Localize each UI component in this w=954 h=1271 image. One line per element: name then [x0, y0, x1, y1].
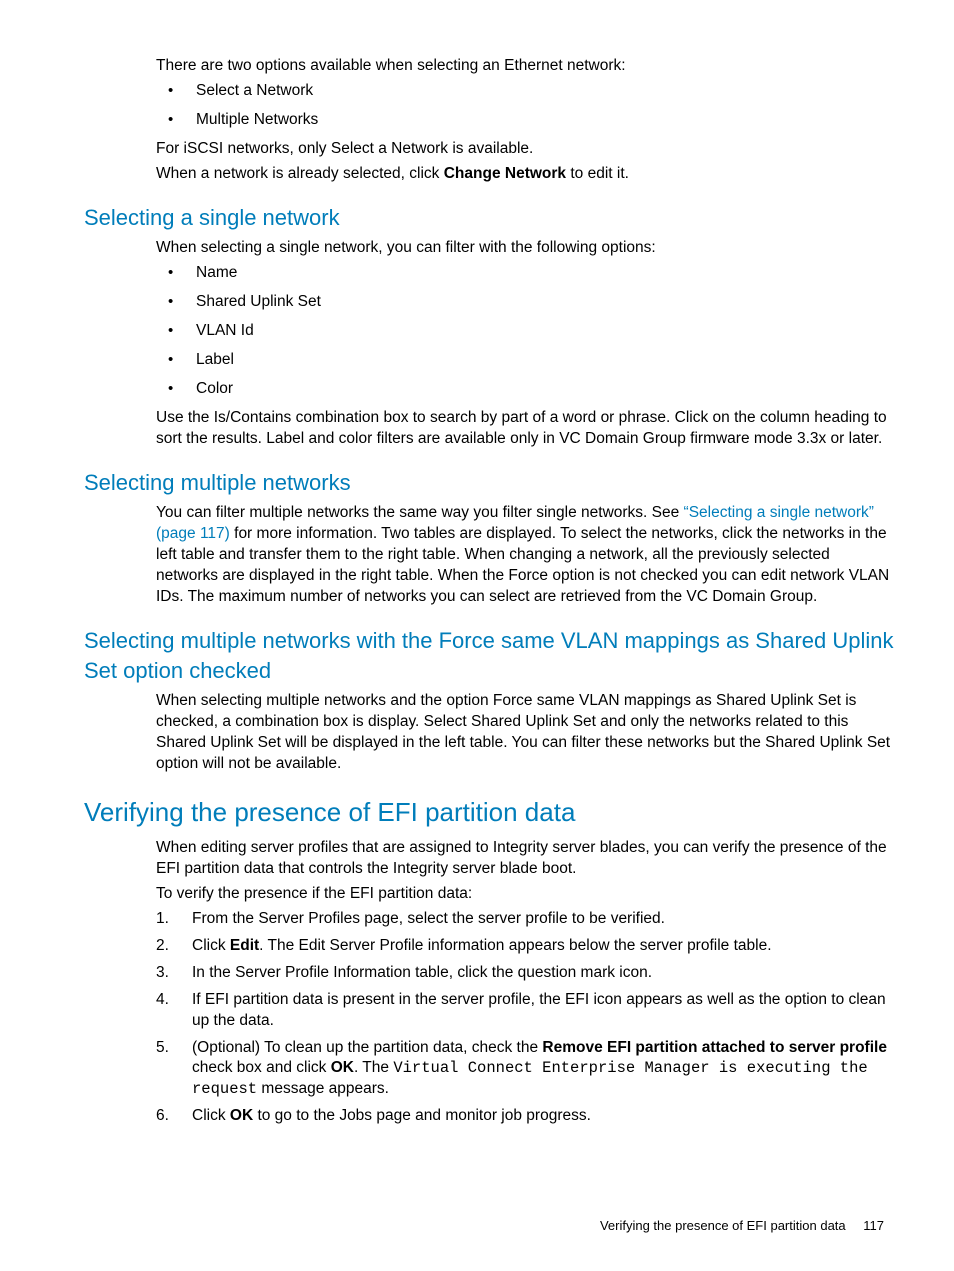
- list-item: VLAN Id: [156, 321, 896, 342]
- single-lead: When selecting a single network, you can…: [156, 238, 896, 259]
- text: check box and click: [192, 1059, 331, 1076]
- list-item: Label: [156, 350, 896, 371]
- list-item: If EFI partition data is present in the …: [156, 990, 896, 1032]
- edit-label: Edit: [230, 937, 259, 954]
- list-item: Name: [156, 263, 896, 284]
- list-item: Select a Network: [156, 81, 896, 102]
- intro-change: When a network is already selected, clic…: [156, 164, 896, 185]
- list-item: (Optional) To clean up the partition dat…: [156, 1038, 896, 1101]
- single-filters-list: Name Shared Uplink Set VLAN Id Label Col…: [156, 263, 896, 400]
- text: Click: [192, 937, 230, 954]
- text: to edit it.: [566, 165, 629, 182]
- text: You can filter multiple networks the sam…: [156, 504, 684, 521]
- footer-title: Verifying the presence of EFI partition …: [600, 1218, 846, 1233]
- list-item: Color: [156, 379, 896, 400]
- text: to go to the Jobs page and monitor job p…: [253, 1107, 591, 1124]
- remove-efi-label: Remove EFI partition attached to server …: [542, 1039, 887, 1056]
- intro-options-list: Select a Network Multiple Networks: [156, 81, 896, 131]
- ok-label: OK: [331, 1059, 354, 1076]
- heading-force-vlan: Selecting multiple networks with the For…: [84, 626, 914, 685]
- intro-lead: There are two options available when sel…: [156, 56, 896, 77]
- text: message appears.: [257, 1080, 389, 1097]
- page-footer: Verifying the presence of EFI partition …: [84, 1217, 914, 1235]
- efi-p2: To verify the presence if the EFI partit…: [156, 884, 896, 905]
- list-item: From the Server Profiles page, select th…: [156, 909, 896, 930]
- force-body: When selecting multiple networks and the…: [156, 691, 896, 775]
- multi-body: You can filter multiple networks the sam…: [156, 503, 896, 608]
- text: When a network is already selected, clic…: [156, 165, 444, 182]
- list-item: Click Edit. The Edit Server Profile info…: [156, 936, 896, 957]
- text: Click: [192, 1107, 230, 1124]
- change-network-label: Change Network: [444, 165, 566, 182]
- text: . The Edit Server Profile information ap…: [259, 937, 771, 954]
- heading-selecting-multiple: Selecting multiple networks: [84, 468, 914, 498]
- list-item: Click OK to go to the Jobs page and moni…: [156, 1106, 896, 1127]
- heading-selecting-single: Selecting a single network: [84, 203, 914, 233]
- efi-steps: From the Server Profiles page, select th…: [156, 909, 896, 1127]
- efi-p1: When editing server profiles that are as…: [156, 838, 896, 880]
- single-note: Use the Is/Contains combination box to s…: [156, 408, 896, 450]
- text: for more information. Two tables are dis…: [156, 525, 889, 605]
- intro-iscsi: For iSCSI networks, only Select a Networ…: [156, 139, 896, 160]
- heading-efi: Verifying the presence of EFI partition …: [84, 795, 914, 830]
- ok-label: OK: [230, 1107, 253, 1124]
- page-number: 117: [863, 1218, 884, 1233]
- text: . The: [354, 1059, 393, 1076]
- list-item: Multiple Networks: [156, 110, 896, 131]
- text: (Optional) To clean up the partition dat…: [192, 1039, 542, 1056]
- list-item: In the Server Profile Information table,…: [156, 963, 896, 984]
- list-item: Shared Uplink Set: [156, 292, 896, 313]
